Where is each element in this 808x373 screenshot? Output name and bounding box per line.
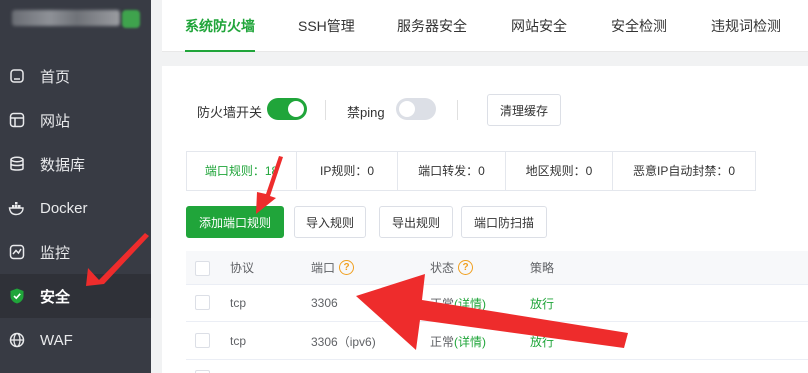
col-status: 状态 ?: [430, 251, 474, 284]
globe-icon: [8, 331, 26, 349]
select-all-checkbox[interactable]: [195, 261, 210, 276]
subtab-ip-rules[interactable]: IP规则：0: [297, 152, 398, 190]
firewall-switch-label: 防火墙开关: [197, 105, 263, 120]
rule-subtabs: 端口规则：18 IP规则：0 端口转发：0 地区规则：0 恶意IP自动封禁：0: [186, 151, 756, 191]
table-row: tcp 3306（ipv6) 正常 (详情) 放行: [186, 323, 808, 360]
col-protocol: 协议: [230, 261, 255, 275]
sidebar-item-website[interactable]: 网站: [0, 98, 151, 142]
row-policy[interactable]: 放行: [530, 323, 554, 359]
shield-icon: [8, 287, 26, 305]
firewall-toggle[interactable]: [267, 98, 307, 120]
row-status-text: 正常: [430, 296, 455, 311]
subtab-region-rules[interactable]: 地区规则：0: [506, 152, 613, 190]
row-policy[interactable]: 放行: [530, 285, 554, 321]
row-protocol: tcp: [230, 296, 247, 310]
col-port-label: 端口: [311, 261, 336, 275]
status-indicator: [122, 10, 140, 28]
help-icon[interactable]: ?: [339, 260, 355, 275]
sidebar-item-label: 安全: [40, 288, 71, 306]
sidebar-item-label: 数据库: [40, 156, 86, 174]
row-port: 3306: [311, 296, 338, 310]
sidebar-item-label: 网站: [40, 112, 71, 130]
row-detail-link[interactable]: (详情): [454, 295, 486, 312]
table-row: [186, 361, 808, 373]
tab-keyword-scan[interactable]: 违规词检测: [711, 0, 781, 52]
security-tabs: 系统防火墙 SSH管理 服务器安全 网站安全 安全检测 违规词检测: [162, 0, 808, 52]
sidebar-item-home[interactable]: 首页: [0, 54, 151, 98]
sidebar-item-monitor[interactable]: 监控: [0, 230, 151, 274]
tab-server-security[interactable]: 服务器安全: [397, 0, 467, 52]
col-status-label: 状态: [430, 261, 455, 275]
sidebar-item-label: WAF: [40, 331, 73, 349]
divider: [325, 100, 326, 120]
tab-website-security[interactable]: 网站安全: [511, 0, 567, 52]
docker-icon: [8, 199, 26, 217]
table-header: 协议 端口 ? 状态 ? 策略: [186, 251, 808, 285]
add-port-rule-button[interactable]: 添加端口规则: [186, 206, 284, 238]
help-icon[interactable]: ?: [458, 260, 474, 275]
firewall-controls: 防火墙开关 禁ping 清理缓存: [162, 94, 808, 126]
sidebar: 首页 网站 数据库 Docker 监控 安全 WAF: [0, 0, 151, 373]
row-checkbox[interactable]: [195, 333, 210, 348]
subtab-port-rules[interactable]: 端口规则：18: [187, 152, 297, 190]
tab-security-scan[interactable]: 安全检测: [611, 0, 667, 52]
sidebar-item-label: Docker: [40, 199, 88, 217]
ping-label: 禁ping: [347, 105, 385, 120]
tab-system-firewall[interactable]: 系统防火墙: [185, 0, 255, 52]
home-icon: [8, 67, 26, 85]
sidebar-item-security[interactable]: 安全: [0, 274, 151, 318]
ping-toggle[interactable]: [396, 98, 436, 120]
server-name-blurred: [12, 8, 142, 30]
col-policy: 策略: [530, 261, 555, 275]
sidebar-item-label: 监控: [40, 244, 71, 262]
sidebar-item-database[interactable]: 数据库: [0, 142, 151, 186]
sidebar-item-label: 首页: [40, 68, 71, 86]
firewall-panel: 防火墙开关 禁ping 清理缓存 端口规则：18 IP规则：0 端口转发：0 地…: [162, 66, 808, 373]
row-port: 3306（ipv6): [311, 334, 376, 349]
divider: [457, 100, 458, 120]
col-port: 端口 ?: [311, 251, 355, 284]
table-row: tcp 3306 正常 (详情) 放行: [186, 285, 808, 322]
sidebar-nav: 首页 网站 数据库 Docker 监控 安全 WAF: [0, 54, 151, 362]
row-detail-link[interactable]: (详情): [454, 333, 486, 350]
export-rules-button[interactable]: 导出规则: [379, 206, 453, 238]
tab-ssh[interactable]: SSH管理: [298, 0, 355, 52]
subtab-malicious-ip[interactable]: 恶意IP自动封禁：0: [613, 152, 755, 190]
clear-cache-button[interactable]: 清理缓存: [487, 94, 561, 126]
sidebar-item-docker[interactable]: Docker: [0, 186, 151, 230]
database-icon: [8, 155, 26, 173]
subtab-port-forward[interactable]: 端口转发：0: [398, 152, 506, 190]
row-status: 正常 (详情): [430, 323, 486, 359]
row-status: 正常 (详情): [430, 285, 486, 321]
port-anti-scan-button[interactable]: 端口防扫描: [461, 206, 547, 238]
website-icon: [8, 111, 26, 129]
import-rules-button[interactable]: 导入规则: [294, 206, 366, 238]
row-protocol: tcp: [230, 334, 247, 348]
monitor-icon: [8, 243, 26, 261]
sidebar-item-waf[interactable]: WAF: [0, 318, 151, 362]
row-checkbox[interactable]: [195, 295, 210, 310]
row-status-text: 正常: [430, 334, 455, 349]
